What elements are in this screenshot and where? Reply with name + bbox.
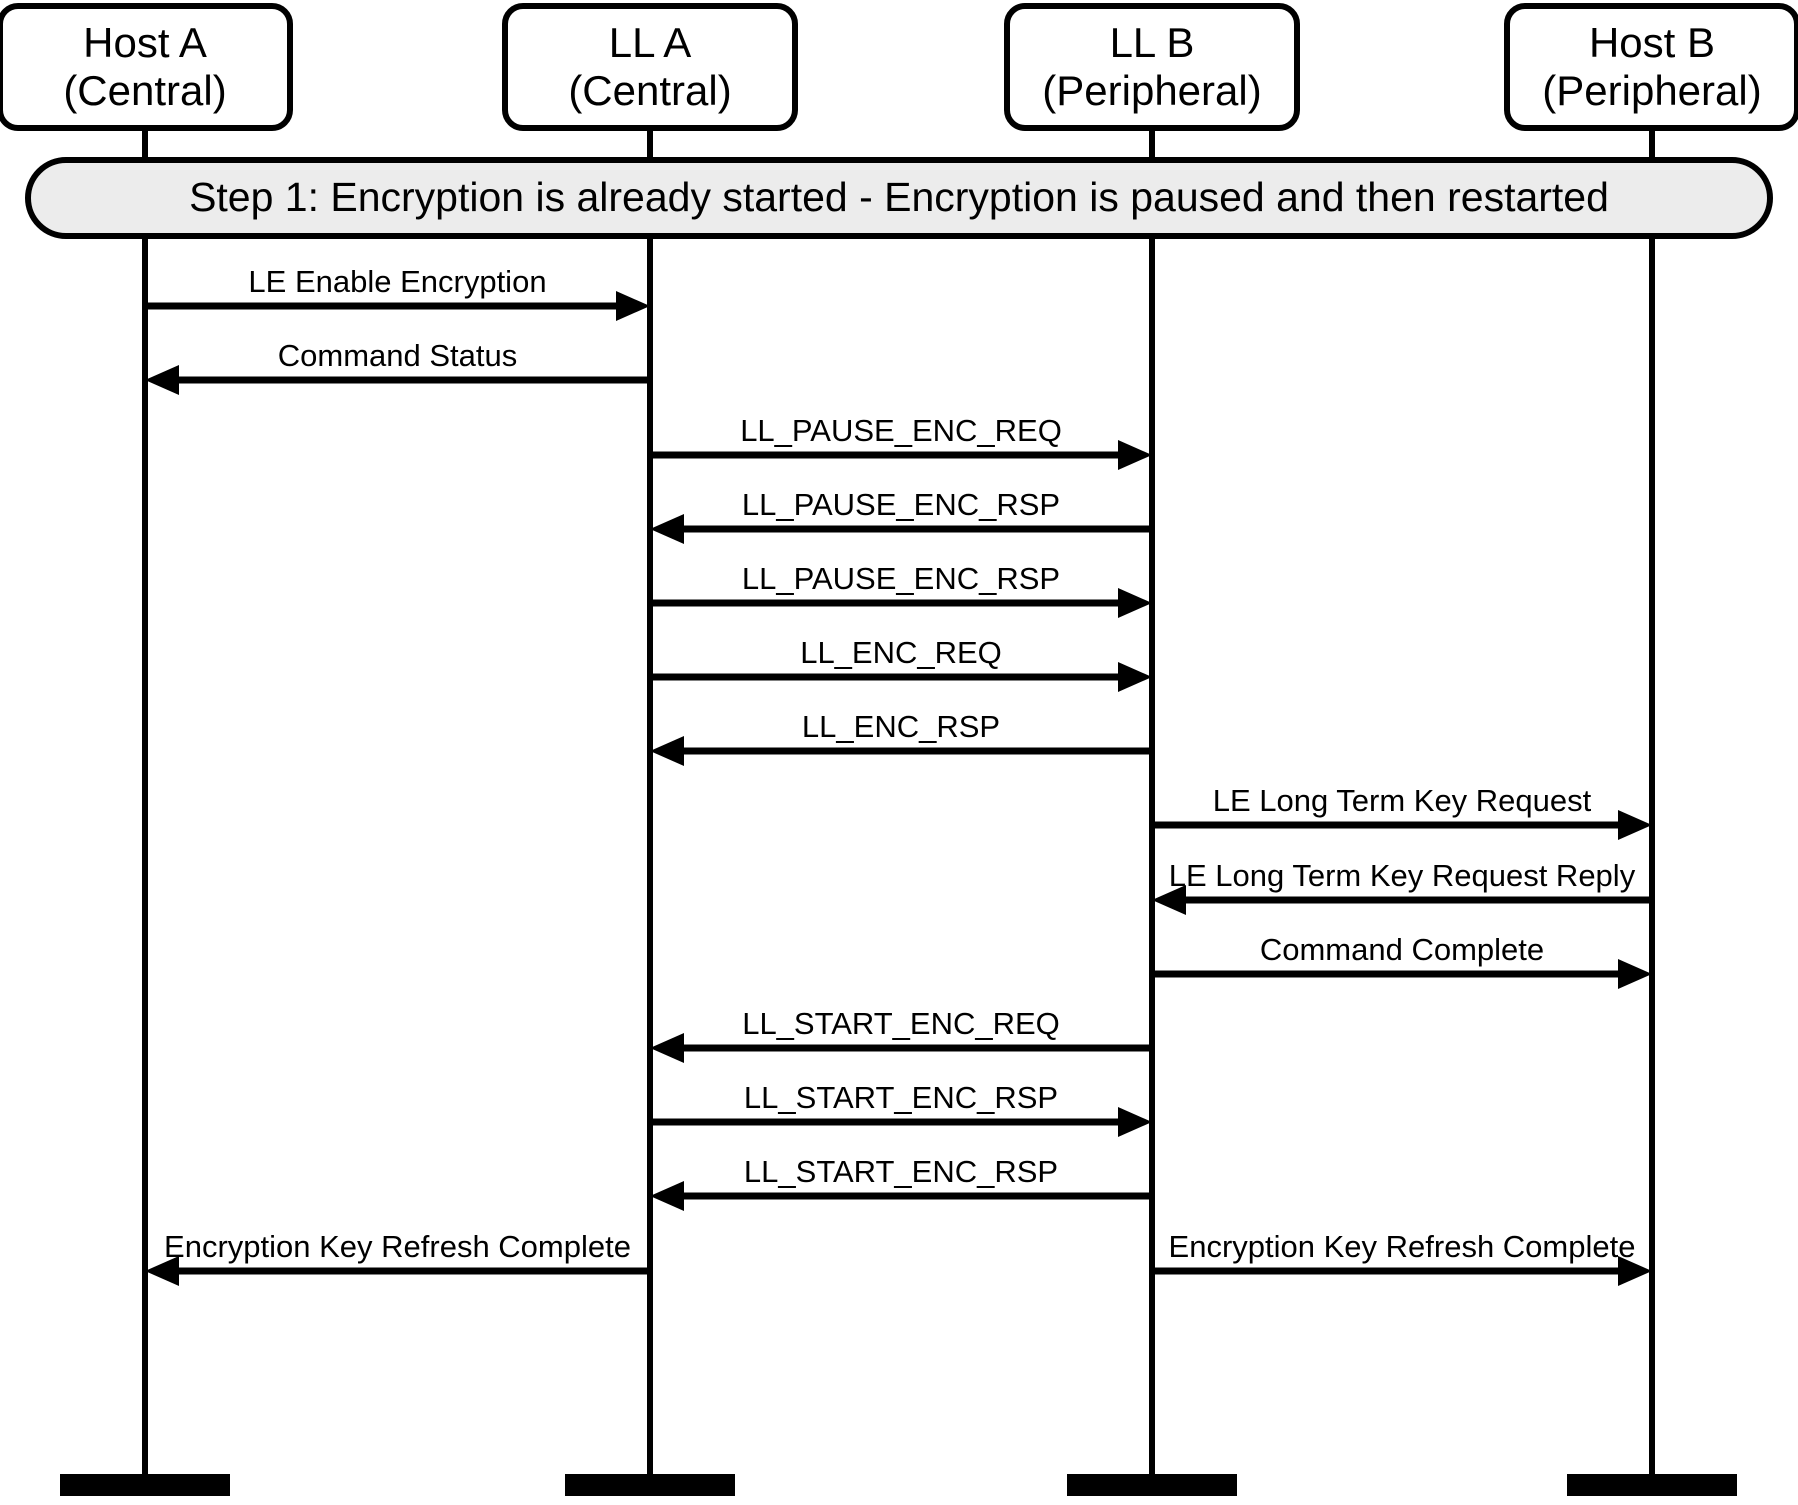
message-label-0: LE Enable Encryption [248,264,546,299]
message-2: LL_PAUSE_ENC_REQ [650,413,1152,470]
actor-role-host-a: (Central) [63,67,226,114]
message-label-13: Encryption Key Refresh Complete [164,1229,631,1264]
message-3: LL_PAUSE_ENC_RSP [650,487,1152,544]
message-arrowhead-4 [1118,588,1152,618]
message-5: LL_ENC_REQ [650,635,1152,692]
lifeline-terminator-ll-b [1067,1474,1237,1496]
message-label-10: LL_START_ENC_REQ [742,1006,1060,1041]
message-arrowhead-9 [1618,959,1652,989]
message-arrowhead-6 [650,736,684,766]
message-12: LL_START_ENC_RSP [650,1154,1152,1211]
message-10: LL_START_ENC_REQ [650,1006,1152,1063]
sequence-diagram-svg: Step 1: Encryption is already started - … [0,3,1798,1496]
message-label-4: LL_PAUSE_ENC_RSP [742,561,1060,596]
message-7: LE Long Term Key Request [1152,783,1652,840]
actor-role-host-b: (Peripheral) [1542,67,1761,114]
message-13: Encryption Key Refresh Complete [145,1229,650,1286]
actors-layer: Host A(Central)LL A(Central)LL B(Periphe… [0,3,1798,131]
message-9: Command Complete [1152,932,1652,989]
message-label-9: Command Complete [1260,932,1544,967]
terminators-layer [60,1474,1737,1496]
actor-name-ll-a: LL A [609,19,692,66]
message-label-8: LE Long Term Key Request Reply [1169,858,1636,893]
actor-role-ll-a: (Central) [568,67,731,114]
message-arrowhead-11 [1118,1107,1152,1137]
message-0: LE Enable Encryption [145,264,650,321]
message-arrowhead-7 [1618,810,1652,840]
actor-role-ll-b: (Peripheral) [1042,67,1261,114]
actor-host-a[interactable]: Host A(Central) [0,3,293,131]
actor-name-host-b: Host B [1589,19,1715,66]
lifeline-terminator-host-b [1567,1474,1737,1496]
actor-host-b[interactable]: Host B(Peripheral) [1504,3,1798,131]
message-label-12: LL_START_ENC_RSP [744,1154,1058,1189]
message-arrowhead-5 [1118,662,1152,692]
actor-name-host-a: Host A [83,19,207,66]
actor-ll-a[interactable]: LL A(Central) [502,3,798,131]
step-note-label: Step 1: Encryption is already started - … [189,174,1609,220]
message-label-14: Encryption Key Refresh Complete [1169,1229,1636,1264]
messages-layer: LE Enable Encryption Command Status LL_PAU… [145,264,1652,1286]
message-arrowhead-2 [1118,440,1152,470]
message-arrowhead-1 [145,365,179,395]
sequence-diagram-canvas: Step 1: Encryption is already started - … [0,0,1798,1505]
message-label-11: LL_START_ENC_RSP [744,1080,1058,1115]
message-label-2: LL_PAUSE_ENC_REQ [740,413,1062,448]
message-label-3: LL_PAUSE_ENC_RSP [742,487,1060,522]
message-label-6: LL_ENC_RSP [802,709,1000,744]
message-6: LL_ENC_RSP [650,709,1152,766]
actor-name-ll-b: LL B [1110,19,1195,66]
lifeline-terminator-ll-a [565,1474,735,1496]
message-arrowhead-3 [650,514,684,544]
step-note: Step 1: Encryption is already started - … [25,157,1773,239]
note-layer: Step 1: Encryption is already started - … [25,157,1773,239]
message-label-1: Command Status [278,338,518,373]
message-label-5: LL_ENC_REQ [800,635,1002,670]
message-4: LL_PAUSE_ENC_RSP [650,561,1152,618]
message-1: Command Status [145,338,650,395]
message-label-7: LE Long Term Key Request [1213,783,1592,818]
message-14: Encryption Key Refresh Complete [1152,1229,1652,1286]
message-arrowhead-10 [650,1033,684,1063]
message-arrowhead-0 [616,291,650,321]
message-arrowhead-12 [650,1181,684,1211]
actor-ll-b[interactable]: LL B(Peripheral) [1004,3,1300,131]
message-11: LL_START_ENC_RSP [650,1080,1152,1137]
message-8: LE Long Term Key Request Reply [1152,858,1652,915]
lifeline-terminator-host-a [60,1474,230,1496]
